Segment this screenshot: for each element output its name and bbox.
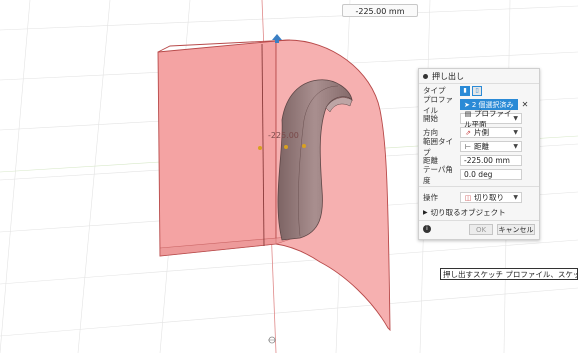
plane-icon: ▤ [464,109,472,118]
distance-dimension-input[interactable]: -225.00 mm [342,4,418,17]
operation-value: 切り取り [474,193,504,202]
info-icon[interactable]: i [423,225,431,233]
ok-button[interactable]: OK [469,224,493,235]
taper-row: テーパ角度 0.0 deg [419,165,539,185]
start-row: 開始 ▤ プロファイル平面 ▼ [419,109,539,129]
chevron-down-icon: ▼ [513,194,518,201]
chevron-right-icon: ▶ [423,209,428,216]
extrude-surface[interactable] [157,39,391,332]
taper-label: テーパ角度 [423,164,453,185]
objects-to-cut-toggle[interactable]: ▶ 切り取るオブジェクト [423,207,506,218]
extrude-dialog-title: 押し出し [432,71,464,81]
type-solid-icon[interactable]: ▮ [460,85,470,96]
chevron-down-icon: ▼ [513,129,518,136]
direction-value: 片側 [474,128,489,137]
chevron-down-icon: ▼ [513,143,518,150]
dialog-footer: i OK キャンセル [419,221,539,239]
direction-select[interactable]: ⇗ 片側 ▼ [460,127,522,138]
cancel-button[interactable]: キャンセル [497,224,535,235]
distance-field[interactable]: -225.00 mm [460,155,522,166]
operation-row: 操作 ◫ 切り取り ▼ [419,191,539,204]
distance-icon: ⊢ [464,143,472,151]
tooltip: 押し出すスケッチ プロファイル、スケッチ曲線、また [440,268,578,280]
direction-icon: ⇗ [465,129,471,137]
taper-angle-field[interactable]: 0.0 deg [460,169,522,180]
origin-marker [268,336,276,344]
operation-select[interactable]: ◫ 切り取り ▼ [460,192,522,203]
distance-dimension-label: -225.00 [268,131,299,140]
extrude-dialog: 押し出し タイプ ▮ ▯ プロファイル ➤ 2 個選択済み ✕ 開始 ▤ プロファ… [418,68,540,240]
collapse-icon[interactable] [423,73,428,79]
extent-type-value: 距離 [474,142,489,151]
operation-label: 操作 [423,193,438,202]
clear-selection-icon[interactable]: ✕ [522,100,529,109]
extent-type-row: 範囲タイプ ⊢ 距離 ▼ [419,137,539,157]
extent-type-select[interactable]: ⊢ 距離 ▼ [460,141,522,152]
type-thin-icon[interactable]: ▯ [472,85,482,96]
chevron-down-icon: ▼ [513,115,518,122]
divider [419,186,539,187]
cut-icon: ◫ [464,194,472,202]
extrude-dialog-header[interactable]: 押し出し [419,69,539,84]
objects-to-cut-label: 切り取るオブジェクト [430,208,506,217]
start-select[interactable]: ▤ プロファイル平面 ▼ [460,109,522,129]
start-label: 開始 [423,114,438,123]
